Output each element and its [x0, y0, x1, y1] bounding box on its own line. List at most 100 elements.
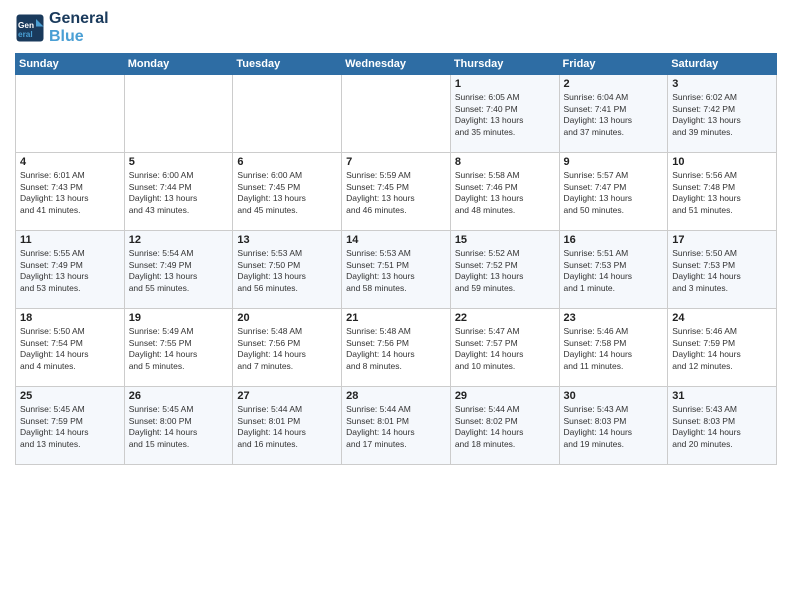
day-number: 20 [237, 312, 337, 324]
calendar-cell: 28 Sunrise: 5:44 AM Sunset: 8:01 PM Dayli… [342, 387, 451, 465]
day-number: 30 [564, 390, 664, 402]
calendar-cell: 18 Sunrise: 5:50 AM Sunset: 7:54 PM Dayli… [16, 309, 125, 387]
logo: Gen eral General Blue [15, 10, 109, 45]
cell-sun-info: Sunrise: 5:50 AM Sunset: 7:54 PM Dayligh… [20, 326, 120, 372]
day-number: 27 [237, 390, 337, 402]
cell-sun-info: Sunrise: 5:48 AM Sunset: 7:56 PM Dayligh… [346, 326, 446, 372]
cell-sun-info: Sunrise: 5:56 AM Sunset: 7:48 PM Dayligh… [672, 170, 772, 216]
calendar-cell: 7Sunrise: 5:59 AM Sunset: 7:45 PM Daylig… [342, 153, 451, 231]
cell-sun-info: Sunrise: 5:54 AM Sunset: 7:49 PM Dayligh… [129, 248, 229, 294]
calendar-cell: 23 Sunrise: 5:46 AM Sunset: 7:58 PM Dayli… [559, 309, 668, 387]
calendar-cell: 8 Sunrise: 5:58 AM Sunset: 7:46 PM Daylig… [450, 153, 559, 231]
cell-sun-info: Sunrise: 5:57 AM Sunset: 7:47 PM Dayligh… [564, 170, 664, 216]
calendar-cell: 26 Sunrise: 5:45 AM Sunset: 8:00 PM Dayli… [124, 387, 233, 465]
weekday-header-tuesday: Tuesday [233, 54, 342, 75]
calendar-cell: 30 Sunrise: 5:43 AM Sunset: 8:03 PM Dayli… [559, 387, 668, 465]
calendar-header: Gen eral General Blue [15, 10, 777, 45]
cell-sun-info: Sunrise: 5:53 AM Sunset: 7:50 PM Dayligh… [237, 248, 337, 294]
day-number: 14 [346, 234, 446, 246]
cell-sun-info: Sunrise: 5:50 AM Sunset: 7:53 PM Dayligh… [672, 248, 772, 294]
day-number: 28 [346, 390, 446, 402]
day-number: 4 [20, 156, 120, 168]
weekday-header-saturday: Saturday [668, 54, 777, 75]
day-number: 25 [20, 390, 120, 402]
calendar-table: SundayMondayTuesdayWednesdayThursdayFrid… [15, 53, 777, 465]
calendar-cell: 21 Sunrise: 5:48 AM Sunset: 7:56 PM Dayli… [342, 309, 451, 387]
cell-sun-info: Sunrise: 5:58 AM Sunset: 7:46 PM Dayligh… [455, 170, 555, 216]
cell-sun-info: Sunrise: 5:46 AM Sunset: 7:59 PM Dayligh… [672, 326, 772, 372]
day-number: 24 [672, 312, 772, 324]
day-number: 3 [672, 78, 772, 90]
calendar-cell: 20 Sunrise: 5:48 AM Sunset: 7:56 PM Dayli… [233, 309, 342, 387]
logo-text: General Blue [49, 10, 109, 45]
day-number: 18 [20, 312, 120, 324]
weekday-header-friday: Friday [559, 54, 668, 75]
cell-sun-info: Sunrise: 5:48 AM Sunset: 7:56 PM Dayligh… [237, 326, 337, 372]
calendar-week-row: 25 Sunrise: 5:45 AM Sunset: 7:59 PM Dayli… [16, 387, 777, 465]
day-number: 15 [455, 234, 555, 246]
day-number: 11 [20, 234, 120, 246]
cell-sun-info: Sunrise: 5:43 AM Sunset: 8:03 PM Dayligh… [672, 404, 772, 450]
weekday-header-row: SundayMondayTuesdayWednesdayThursdayFrid… [16, 54, 777, 75]
day-number: 8 [455, 156, 555, 168]
calendar-week-row: 4Sunrise: 6:01 AM Sunset: 7:43 PM Daylig… [16, 153, 777, 231]
day-number: 1 [455, 78, 555, 90]
svg-text:eral: eral [18, 30, 33, 39]
calendar-cell [233, 75, 342, 153]
cell-sun-info: Sunrise: 5:55 AM Sunset: 7:49 PM Dayligh… [20, 248, 120, 294]
day-number: 7 [346, 156, 446, 168]
day-number: 5 [129, 156, 229, 168]
day-number: 31 [672, 390, 772, 402]
calendar-cell: 2 Sunrise: 6:04 AM Sunset: 7:41 PM Daylig… [559, 75, 668, 153]
cell-sun-info: Sunrise: 5:53 AM Sunset: 7:51 PM Dayligh… [346, 248, 446, 294]
cell-sun-info: Sunrise: 5:45 AM Sunset: 7:59 PM Dayligh… [20, 404, 120, 450]
day-number: 2 [564, 78, 664, 90]
calendar-week-row: 1 Sunrise: 6:05 AM Sunset: 7:40 PM Daylig… [16, 75, 777, 153]
calendar-cell [124, 75, 233, 153]
day-number: 17 [672, 234, 772, 246]
calendar-cell: 27Sunrise: 5:44 AM Sunset: 8:01 PM Dayli… [233, 387, 342, 465]
calendar-cell: 5 Sunrise: 6:00 AM Sunset: 7:44 PM Daylig… [124, 153, 233, 231]
svg-text:Gen: Gen [18, 21, 34, 30]
weekday-header-wednesday: Wednesday [342, 54, 451, 75]
day-number: 13 [237, 234, 337, 246]
calendar-cell: 25 Sunrise: 5:45 AM Sunset: 7:59 PM Dayli… [16, 387, 125, 465]
cell-sun-info: Sunrise: 5:47 AM Sunset: 7:57 PM Dayligh… [455, 326, 555, 372]
weekday-header-monday: Monday [124, 54, 233, 75]
day-number: 21 [346, 312, 446, 324]
calendar-cell: 6 Sunrise: 6:00 AM Sunset: 7:45 PM Daylig… [233, 153, 342, 231]
calendar-cell [16, 75, 125, 153]
cell-sun-info: Sunrise: 5:51 AM Sunset: 7:53 PM Dayligh… [564, 248, 664, 294]
cell-sun-info: Sunrise: 5:44 AM Sunset: 8:01 PM Dayligh… [346, 404, 446, 450]
day-number: 9 [564, 156, 664, 168]
cell-sun-info: Sunrise: 5:49 AM Sunset: 7:55 PM Dayligh… [129, 326, 229, 372]
day-number: 12 [129, 234, 229, 246]
day-number: 10 [672, 156, 772, 168]
calendar-cell: 14 Sunrise: 5:53 AM Sunset: 7:51 PM Dayli… [342, 231, 451, 309]
calendar-cell: 3Sunrise: 6:02 AM Sunset: 7:42 PM Daylig… [668, 75, 777, 153]
cell-sun-info: Sunrise: 5:43 AM Sunset: 8:03 PM Dayligh… [564, 404, 664, 450]
cell-sun-info: Sunrise: 6:00 AM Sunset: 7:45 PM Dayligh… [237, 170, 337, 216]
calendar-cell: 22Sunrise: 5:47 AM Sunset: 7:57 PM Dayli… [450, 309, 559, 387]
calendar-cell: 10 Sunrise: 5:56 AM Sunset: 7:48 PM Dayli… [668, 153, 777, 231]
cell-sun-info: Sunrise: 6:00 AM Sunset: 7:44 PM Dayligh… [129, 170, 229, 216]
calendar-week-row: 11 Sunrise: 5:55 AM Sunset: 7:49 PM Dayli… [16, 231, 777, 309]
day-number: 23 [564, 312, 664, 324]
calendar-cell: 4Sunrise: 6:01 AM Sunset: 7:43 PM Daylig… [16, 153, 125, 231]
calendar-cell: 29Sunrise: 5:44 AM Sunset: 8:02 PM Dayli… [450, 387, 559, 465]
cell-sun-info: Sunrise: 6:04 AM Sunset: 7:41 PM Dayligh… [564, 92, 664, 138]
calendar-cell: 13 Sunrise: 5:53 AM Sunset: 7:50 PM Dayli… [233, 231, 342, 309]
calendar-cell: 12 Sunrise: 5:54 AM Sunset: 7:49 PM Dayli… [124, 231, 233, 309]
day-number: 6 [237, 156, 337, 168]
cell-sun-info: Sunrise: 5:45 AM Sunset: 8:00 PM Dayligh… [129, 404, 229, 450]
cell-sun-info: Sunrise: 5:46 AM Sunset: 7:58 PM Dayligh… [564, 326, 664, 372]
calendar-body: 1 Sunrise: 6:05 AM Sunset: 7:40 PM Daylig… [16, 75, 777, 465]
cell-sun-info: Sunrise: 5:52 AM Sunset: 7:52 PM Dayligh… [455, 248, 555, 294]
weekday-header-sunday: Sunday [16, 54, 125, 75]
calendar-cell: 24 Sunrise: 5:46 AM Sunset: 7:59 PM Dayli… [668, 309, 777, 387]
calendar-cell: 9 Sunrise: 5:57 AM Sunset: 7:47 PM Daylig… [559, 153, 668, 231]
cell-sun-info: Sunrise: 6:05 AM Sunset: 7:40 PM Dayligh… [455, 92, 555, 138]
day-number: 29 [455, 390, 555, 402]
calendar-cell: 31 Sunrise: 5:43 AM Sunset: 8:03 PM Dayli… [668, 387, 777, 465]
day-number: 26 [129, 390, 229, 402]
